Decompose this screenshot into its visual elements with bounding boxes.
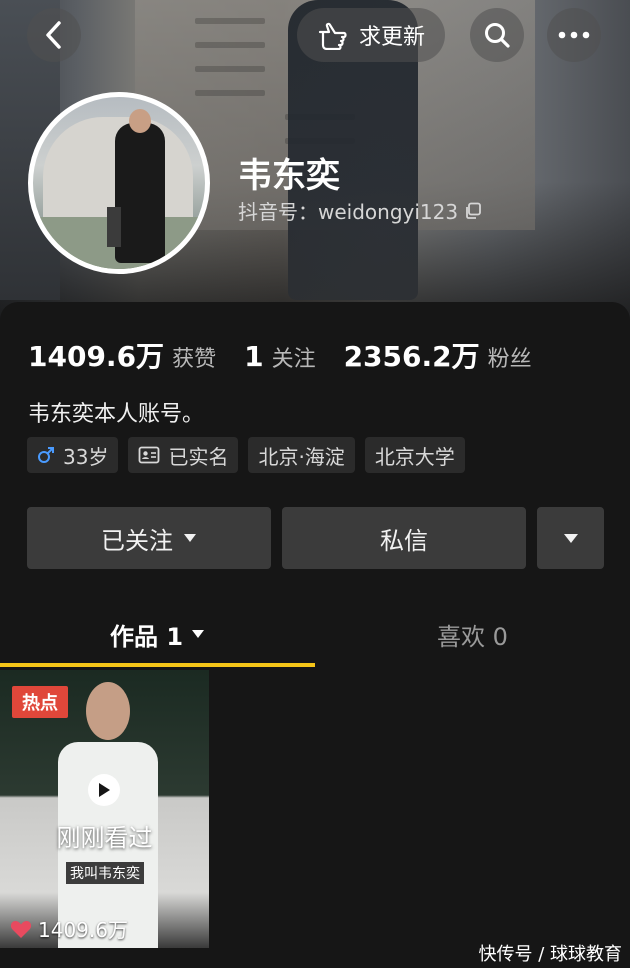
tab-likes-label: 喜欢 0 xyxy=(437,622,508,651)
tag-age-label: 33岁 xyxy=(63,444,109,469)
video-likes: 1409.6万 xyxy=(10,914,128,943)
video-likes-count: 1409.6万 xyxy=(38,918,128,942)
tag-verified-label: 已实名 xyxy=(168,444,229,469)
recommend-dropdown-button[interactable] xyxy=(537,507,604,569)
content-tabs: 作品 1 喜欢 0 xyxy=(0,600,630,668)
caret-down-icon xyxy=(192,630,205,638)
douyin-id[interactable]: 抖音号：weidongyi123 xyxy=(238,196,482,225)
tag-verified: 已实名 xyxy=(128,437,239,473)
tab-works-label: 作品 1 xyxy=(109,622,184,651)
caret-down-icon xyxy=(563,533,578,543)
tag-school: 北京大学 xyxy=(364,437,465,473)
message-label: 私信 xyxy=(380,526,428,555)
caret-down-icon xyxy=(184,534,196,542)
search-button[interactable] xyxy=(470,8,524,62)
pointing-hand-icon xyxy=(318,22,347,50)
followed-label: 已关注 xyxy=(101,526,173,555)
tab-works[interactable]: 作品 1 xyxy=(0,600,315,668)
followers-count[interactable]: 2356.2万 xyxy=(344,335,480,375)
tag-location: 北京·海淀 xyxy=(248,437,355,473)
message-button[interactable]: 私信 xyxy=(282,507,526,569)
followed-button[interactable]: 已关注 xyxy=(27,507,271,569)
following-label[interactable]: 关注 xyxy=(272,341,316,373)
avatar[interactable] xyxy=(28,92,210,274)
stats-row: 1409.6万 获赞 1 关注 2356.2万 粉丝 xyxy=(28,335,560,375)
tab-active-indicator xyxy=(0,663,315,667)
chevron-left-icon xyxy=(46,21,61,49)
recently-viewed-label: 刚刚看过 xyxy=(56,824,153,852)
likes-label: 获赞 xyxy=(172,347,217,372)
followers-label[interactable]: 粉丝 xyxy=(488,341,532,373)
more-icon xyxy=(558,31,590,39)
douyin-id-text: 抖音号：weidongyi123 xyxy=(238,200,459,224)
tab-likes[interactable]: 喜欢 0 xyxy=(315,600,630,668)
tag-school-label: 北京大学 xyxy=(374,444,455,469)
more-button[interactable] xyxy=(547,8,601,62)
action-buttons: 已关注 私信 xyxy=(27,507,604,569)
video-caption: 我叫韦东奕 xyxy=(66,862,144,884)
tag-age: 33岁 xyxy=(27,437,119,473)
heart-icon xyxy=(10,920,32,938)
request-update-label: 求更新 xyxy=(358,25,425,50)
copy-icon[interactable] xyxy=(464,202,482,220)
tag-location-label: 北京·海淀 xyxy=(258,444,345,469)
id-card-icon xyxy=(139,446,160,464)
play-icon xyxy=(88,774,120,806)
following-count[interactable]: 1 xyxy=(244,340,263,373)
profile-name: 韦东奕 xyxy=(238,156,340,196)
hot-badge: 热点 xyxy=(12,686,68,718)
male-icon xyxy=(38,447,54,463)
bio: 韦东奕本人账号。 xyxy=(28,402,205,427)
request-update-button[interactable]: 求更新 xyxy=(297,8,445,62)
profile-tags: 33岁 已实名 北京·海淀 北京大学 xyxy=(27,437,465,473)
likes-count: 1409.6万 xyxy=(28,340,165,373)
search-icon xyxy=(485,23,510,48)
watermark: 快传号 / 球球教育 xyxy=(478,944,622,965)
back-button[interactable] xyxy=(27,8,81,62)
video-thumbnail[interactable]: 热点 xyxy=(0,670,209,948)
